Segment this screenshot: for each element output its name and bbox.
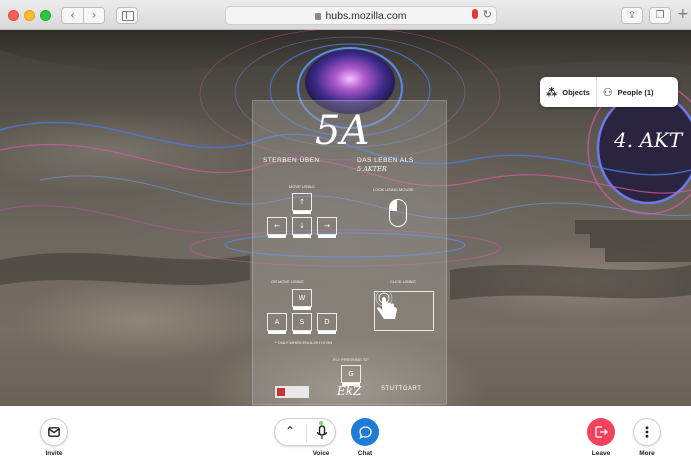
arrow-right-key: → <box>317 217 337 238</box>
people-icon: ⚇ <box>602 85 613 99</box>
url-text: hubs.mozilla.com <box>325 10 407 22</box>
panel-subtitle-right: DAS LEBEN ALS <box>357 157 414 164</box>
hubs-3d-scene[interactable]: 5A STERBEN ÜBEN DAS LEBEN ALS 5 AKTER MO… <box>0 30 691 406</box>
forward-button[interactable]: › <box>83 8 104 23</box>
english-note-label: * ONLY WHEN ENGLISH IS ON <box>275 340 333 345</box>
move-using-label: MOVE USING <box>289 184 315 189</box>
sponsor-logo <box>275 386 309 398</box>
pointing-hand-icon <box>375 292 397 319</box>
panel-subtitle-right-2: 5 AKTER <box>357 165 387 173</box>
address-bar[interactable]: hubs.mozilla.com ↻ <box>225 6 497 25</box>
reload-icon[interactable]: ↻ <box>483 8 492 21</box>
click-instruction-box <box>374 291 434 331</box>
browser-toolbar: ‹ › hubs.mozilla.com ↻ ⇪ ❐ + <box>0 0 691 30</box>
voice-label: Voice <box>312 450 330 457</box>
lock-icon <box>315 13 322 20</box>
leave-label: Leave <box>591 450 611 457</box>
close-window-button[interactable] <box>8 10 19 21</box>
envelope-icon <box>48 427 60 437</box>
chevron-up-icon[interactable]: ⌃ <box>285 424 295 438</box>
chat-button[interactable] <box>351 418 379 446</box>
tab-overview-button[interactable]: ❐ <box>649 7 671 24</box>
share-button[interactable]: ⇪ <box>621 7 643 24</box>
exit-icon <box>594 426 608 438</box>
back-button[interactable]: ‹ <box>62 8 83 23</box>
fly-pressing-label: FLY PRESSING "G" <box>333 357 369 362</box>
or-move-using-label: OR MOVE USING <box>271 279 304 284</box>
microphone-icon[interactable] <box>316 425 328 441</box>
akt-portal-label[interactable]: 4. AKT <box>614 128 682 152</box>
sponsor-logos: EkZ STUTTGART <box>275 384 425 400</box>
g-key: G <box>341 365 361 386</box>
ekz-logo: EkZ <box>337 384 362 398</box>
objects-icon: ⁂ <box>546 85 558 99</box>
s-key: S <box>292 313 312 334</box>
arrow-down-key: ↓ <box>292 217 312 238</box>
people-label: People (1) <box>617 87 654 97</box>
mouse-icon <box>389 199 407 227</box>
minimize-window-button[interactable] <box>24 10 35 21</box>
more-button[interactable] <box>633 418 661 446</box>
people-button[interactable]: ⚇ People (1) <box>595 77 660 107</box>
look-using-label: LOOK USING MOUSE <box>373 187 414 192</box>
more-vertical-icon <box>645 426 649 438</box>
history-nav: ‹ › <box>61 7 105 24</box>
maximize-window-button[interactable] <box>40 10 51 21</box>
panel-subtitle-left: STERBEN ÜBEN <box>263 157 320 164</box>
arrow-up-key: ↑ <box>292 193 312 214</box>
d-key: D <box>317 313 337 334</box>
invite-label: Invite <box>45 450 63 457</box>
objects-button[interactable]: ⁂ Objects <box>540 77 596 107</box>
w-key: W <box>292 289 312 310</box>
panel-logo: 5A <box>315 108 370 154</box>
stuttgart-logo: STUTTGART <box>381 386 422 392</box>
microphone-in-use-icon[interactable] <box>472 9 478 19</box>
leave-button[interactable] <box>587 418 615 446</box>
hubs-bottom-toolbar: Invite ⌃ Voice Chat Leave More <box>0 406 691 467</box>
instruction-panel: 5A STERBEN ÜBEN DAS LEBEN ALS 5 AKTER MO… <box>252 100 447 405</box>
chat-label: Chat <box>357 450 373 457</box>
new-tab-button[interactable]: + <box>677 6 689 22</box>
url-display: hubs.mozilla.com <box>226 10 496 22</box>
sidebar-toggle-button[interactable] <box>116 7 138 24</box>
more-label: More <box>639 450 655 457</box>
a-key: A <box>267 313 287 334</box>
top-right-menu: ⁂ Objects ⚇ People (1) <box>540 77 678 107</box>
arrow-left-key: ← <box>267 217 287 238</box>
voice-divider <box>306 424 307 442</box>
invite-button[interactable] <box>40 418 68 446</box>
chat-bubble-icon <box>358 425 372 439</box>
click-using-label: CLICK USING <box>390 279 416 284</box>
voice-control-group: ⌃ <box>274 418 336 446</box>
objects-label: Objects <box>562 87 590 97</box>
